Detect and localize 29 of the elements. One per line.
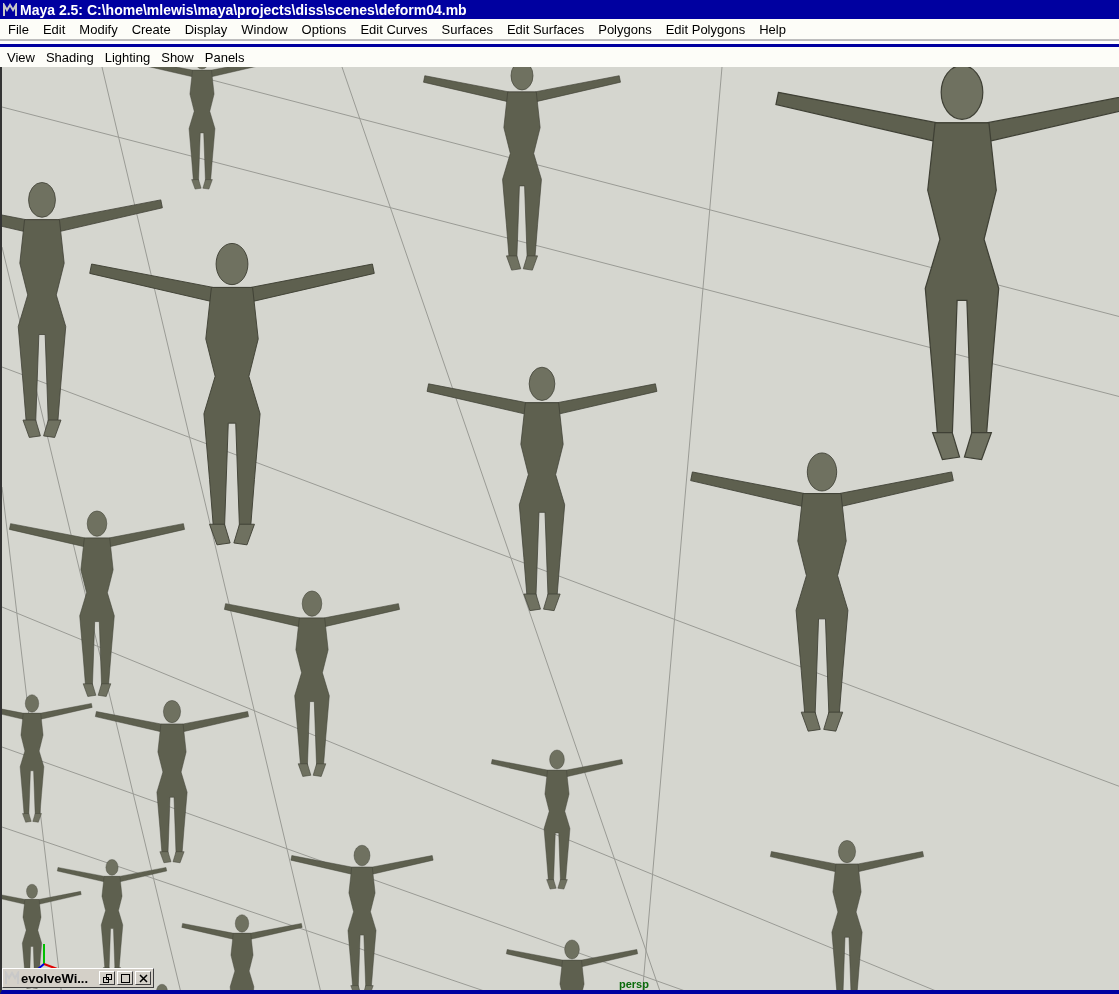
restore-button[interactable] xyxy=(99,971,115,985)
menu-item[interactable]: Surfaces xyxy=(435,21,501,37)
menu-item[interactable]: Shading xyxy=(39,49,99,65)
close-icon xyxy=(138,973,148,983)
menu-item[interactable]: Edit Curves xyxy=(354,21,436,37)
window-title: Maya 2.5: C:\home\mlewis\maya\projects\diss\scenes\deform04.mb xyxy=(20,1,467,18)
maximize-icon xyxy=(120,973,130,983)
menu-item[interactable]: Panels xyxy=(198,49,250,65)
menu-item[interactable]: Options xyxy=(295,21,355,37)
menu-item[interactable]: Edit Surfaces xyxy=(500,21,593,37)
maximize-button[interactable] xyxy=(117,971,133,985)
camera-label: persp xyxy=(619,978,649,990)
menu-item[interactable]: File xyxy=(2,21,37,37)
menu-item[interactable]: Display xyxy=(178,21,236,37)
menu-item[interactable]: Show xyxy=(155,49,199,65)
minimized-window-title: evolveWi... xyxy=(21,970,90,986)
close-button[interactable] xyxy=(135,971,151,985)
menu-item[interactable]: Edit Polygons xyxy=(659,21,754,37)
minimized-window[interactable]: evolveWi... xyxy=(2,968,154,988)
menu-item[interactable]: View xyxy=(1,49,40,65)
menu-item[interactable]: Modify xyxy=(73,21,126,37)
menu-item[interactable]: Lighting xyxy=(98,49,156,65)
menu-item[interactable]: Edit xyxy=(36,21,74,37)
app-logo-icon xyxy=(3,2,17,17)
restore-icon xyxy=(102,973,112,983)
menu-item[interactable]: Window xyxy=(235,21,296,37)
menu-item[interactable]: Polygons xyxy=(592,21,660,37)
menu-item[interactable]: Create xyxy=(125,21,179,37)
menu-item[interactable]: Help xyxy=(753,21,794,37)
